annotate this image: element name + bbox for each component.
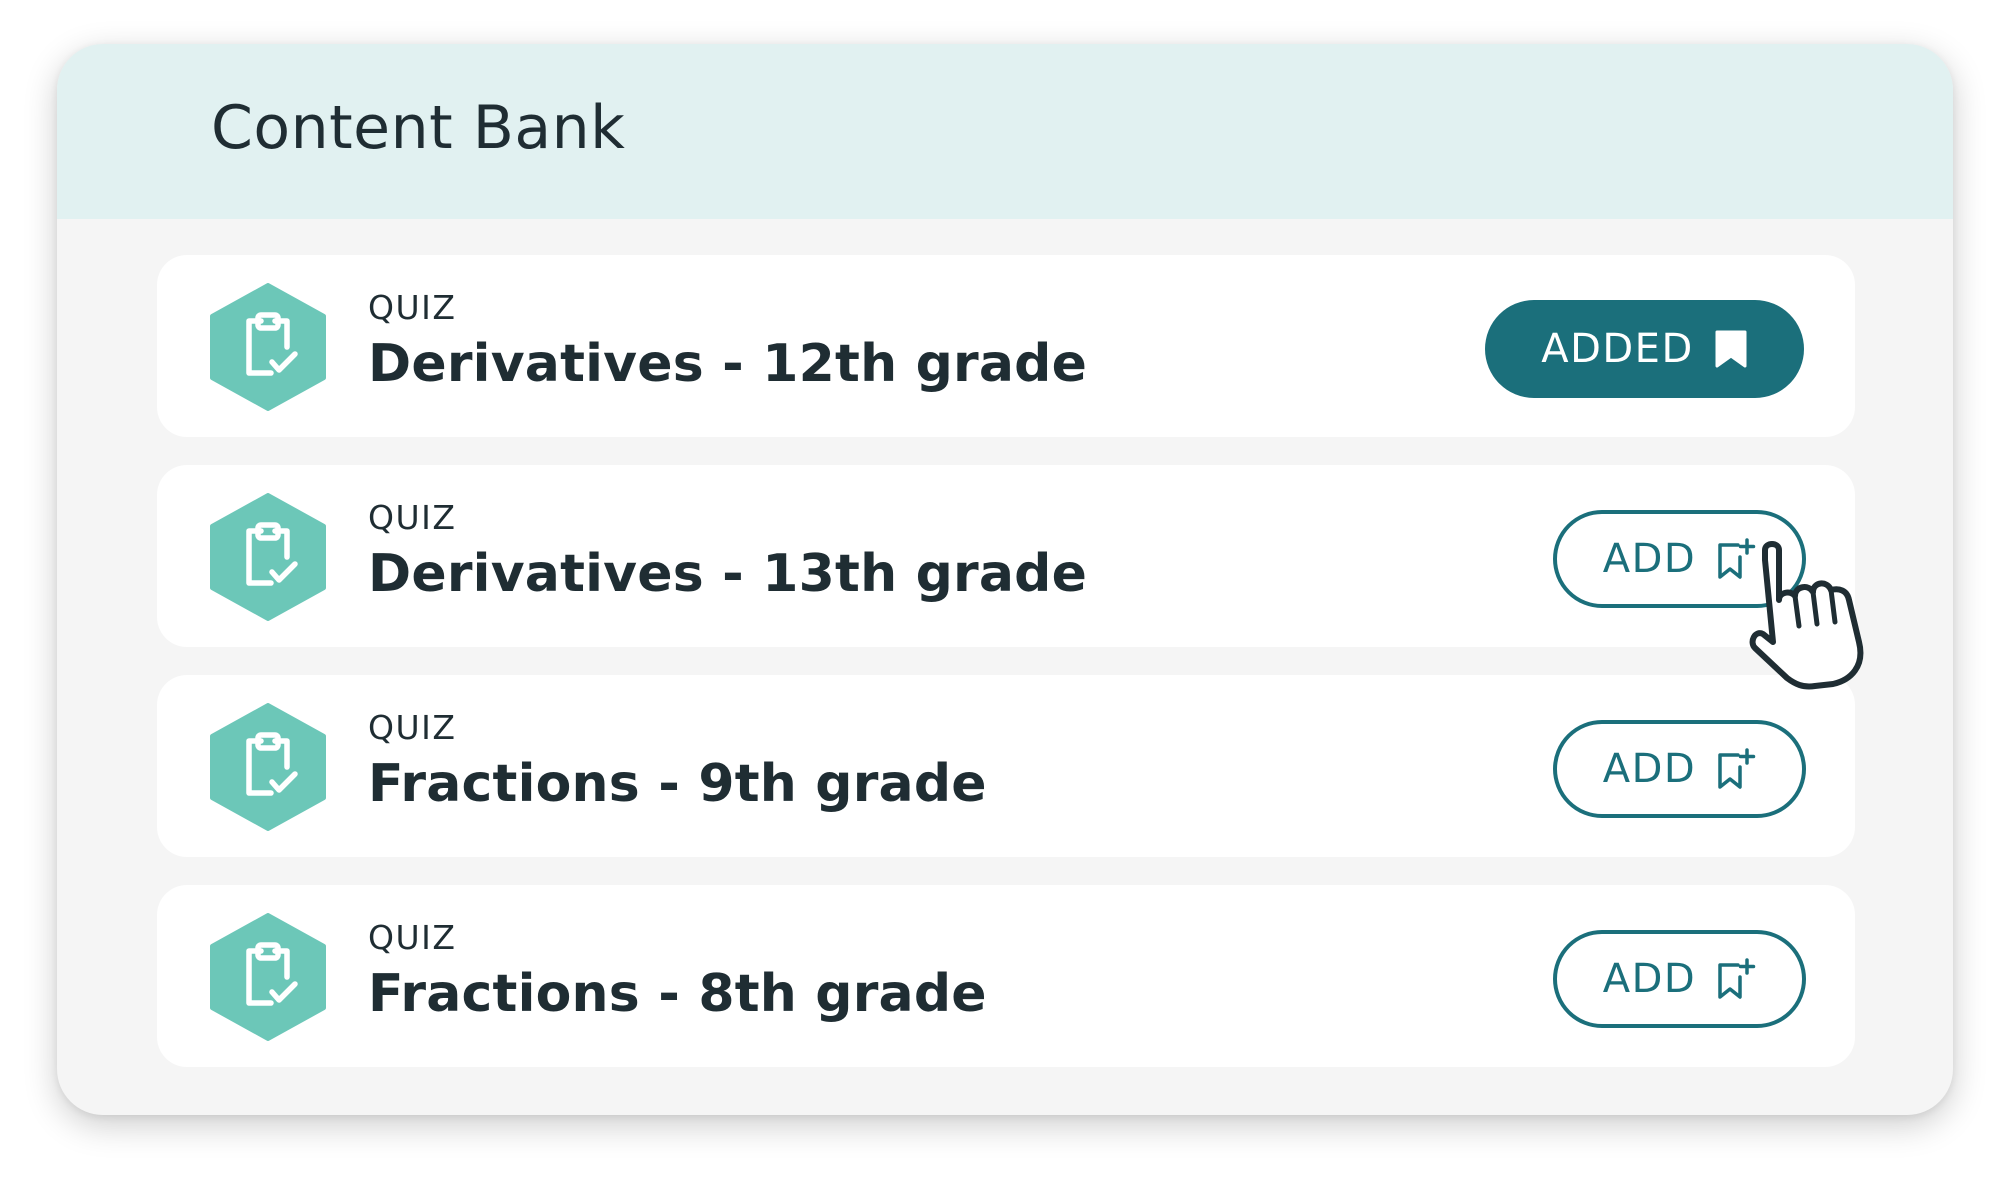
item-type-label: QUIZ (368, 288, 457, 327)
clipboard-check-icon (210, 493, 326, 621)
bookmark-filled-icon (1714, 329, 1748, 369)
clipboard-check-icon (210, 283, 326, 411)
clipboard-check-icon (210, 703, 326, 831)
content-bank-panel: Content Bank QUIZ Derivatives - 12th gra… (57, 44, 1953, 1115)
bookmark-add-icon (1716, 747, 1756, 791)
added-button[interactable]: ADDED (1485, 300, 1804, 398)
hand-pointer-cursor (1747, 538, 1879, 690)
panel-title: Content Bank (211, 93, 626, 163)
item-title[interactable]: Derivatives - 12th grade (368, 335, 1087, 393)
item-title[interactable]: Fractions - 9th grade (368, 755, 987, 813)
list-item: QUIZ Derivatives - 12th grade ADDED (157, 255, 1855, 437)
list-item: QUIZ Fractions - 9th grade ADD (157, 675, 1855, 857)
item-type-label: QUIZ (368, 918, 457, 957)
content-list: QUIZ Derivatives - 12th grade ADDED QUIZ… (157, 255, 1855, 1095)
item-title[interactable]: Derivatives - 13th grade (368, 545, 1087, 603)
list-item: QUIZ Fractions - 8th grade ADD (157, 885, 1855, 1067)
item-title[interactable]: Fractions - 8th grade (368, 965, 987, 1023)
add-button[interactable]: ADD (1553, 930, 1806, 1028)
add-button-label: ADD (1602, 536, 1697, 582)
panel-header: Content Bank (57, 44, 1953, 219)
bookmark-add-icon (1716, 957, 1756, 1001)
item-type-label: QUIZ (368, 708, 457, 747)
list-item: QUIZ Derivatives - 13th grade ADD (157, 465, 1855, 647)
add-button-label: ADD (1602, 956, 1697, 1002)
clipboard-check-icon (210, 913, 326, 1041)
add-button-label: ADD (1602, 746, 1697, 792)
add-button[interactable]: ADD (1553, 720, 1806, 818)
added-button-label: ADDED (1541, 326, 1694, 372)
item-type-label: QUIZ (368, 498, 457, 537)
